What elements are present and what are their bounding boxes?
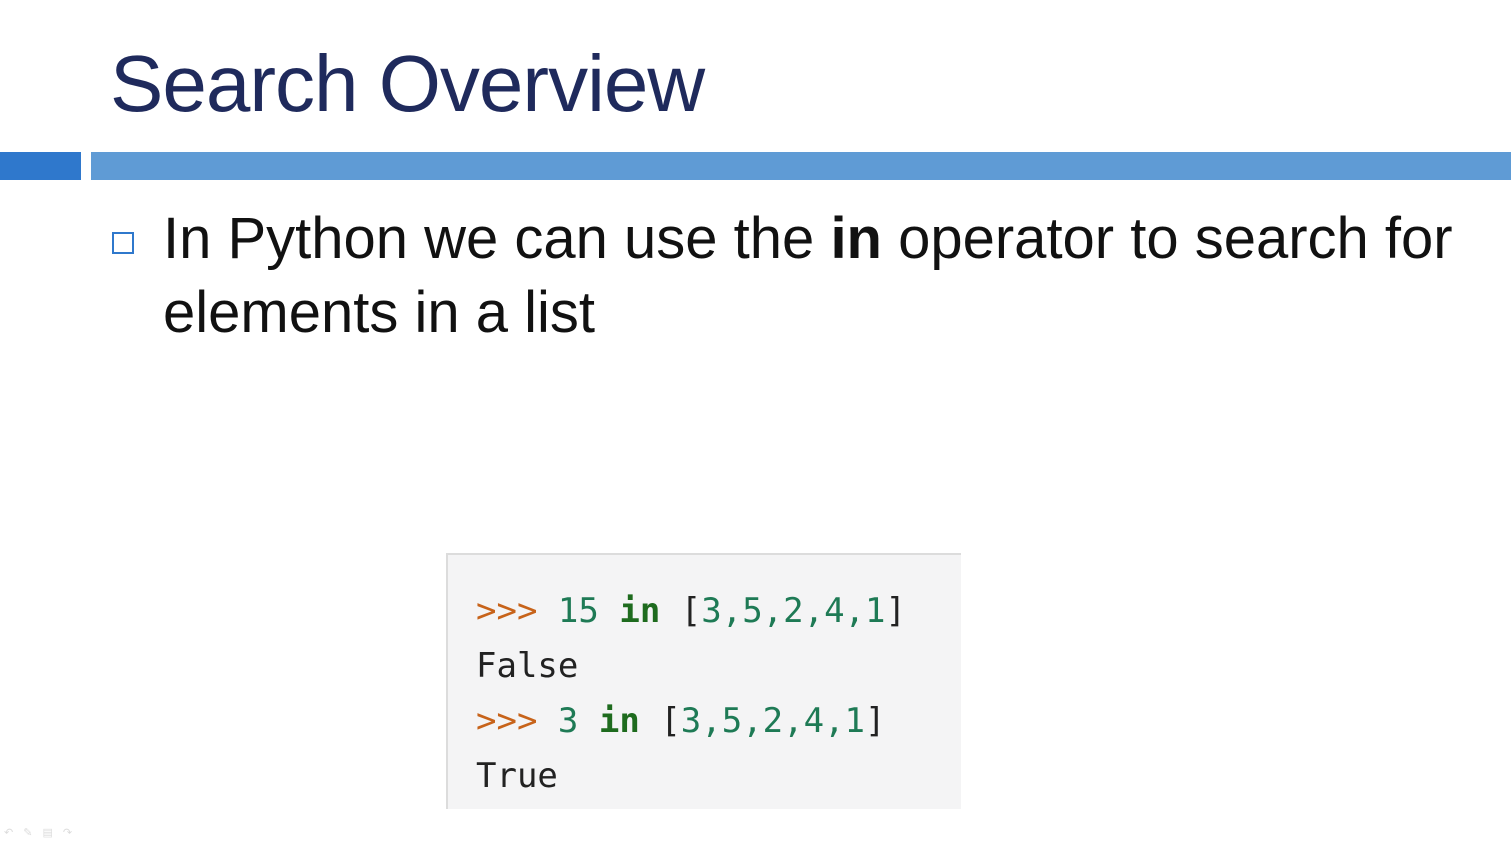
slide-title: Search Overview [110,39,705,128]
code-bracket-open: [ [660,701,681,741]
accent-bar-right [91,152,1511,180]
code-output: False [476,646,579,686]
code-bracket-close: ] [865,701,886,741]
code-bracket-open: [ [680,591,702,631]
bullet-keyword: in [830,206,882,271]
code-line-3: >>> 3 in [3,5,2,4,1] [476,701,886,741]
code-line-2: False [476,646,578,686]
forward-arrow-icon[interactable]: ↷ [63,826,72,839]
back-arrow-icon[interactable]: ↶ [4,826,13,839]
code-output: True [476,756,558,796]
pen-icon[interactable]: ✎ [23,826,32,839]
bullet-text: In Python we can use the in operator to … [163,202,1483,350]
square-bullet-icon [112,232,134,254]
code-list-items: 3,5,2,4,1 [701,591,886,631]
code-prompt: >>> [476,591,538,631]
code-prompt: >>> [476,701,538,741]
code-number: 15 [557,591,599,631]
slideshow-nav: ↶ ✎ ▤ ↷ [4,826,99,839]
code-keyword: in [598,701,640,741]
code-line-1: >>> 15 in [3,5,2,4,1] [476,591,906,631]
code-line-4: True [476,756,558,796]
code-list-items: 3,5,2,4,1 [680,701,866,741]
code-bracket-close: ] [885,591,906,631]
code-example: >>> 15 in [3,5,2,4,1] False >>> 3 in [3,… [446,553,961,809]
bullet-text-before: In Python we can use the [163,206,831,271]
menu-icon[interactable]: ▤ [42,826,52,839]
code-keyword: in [619,591,661,631]
accent-bar-left [0,152,81,180]
code-number: 3 [557,701,579,741]
